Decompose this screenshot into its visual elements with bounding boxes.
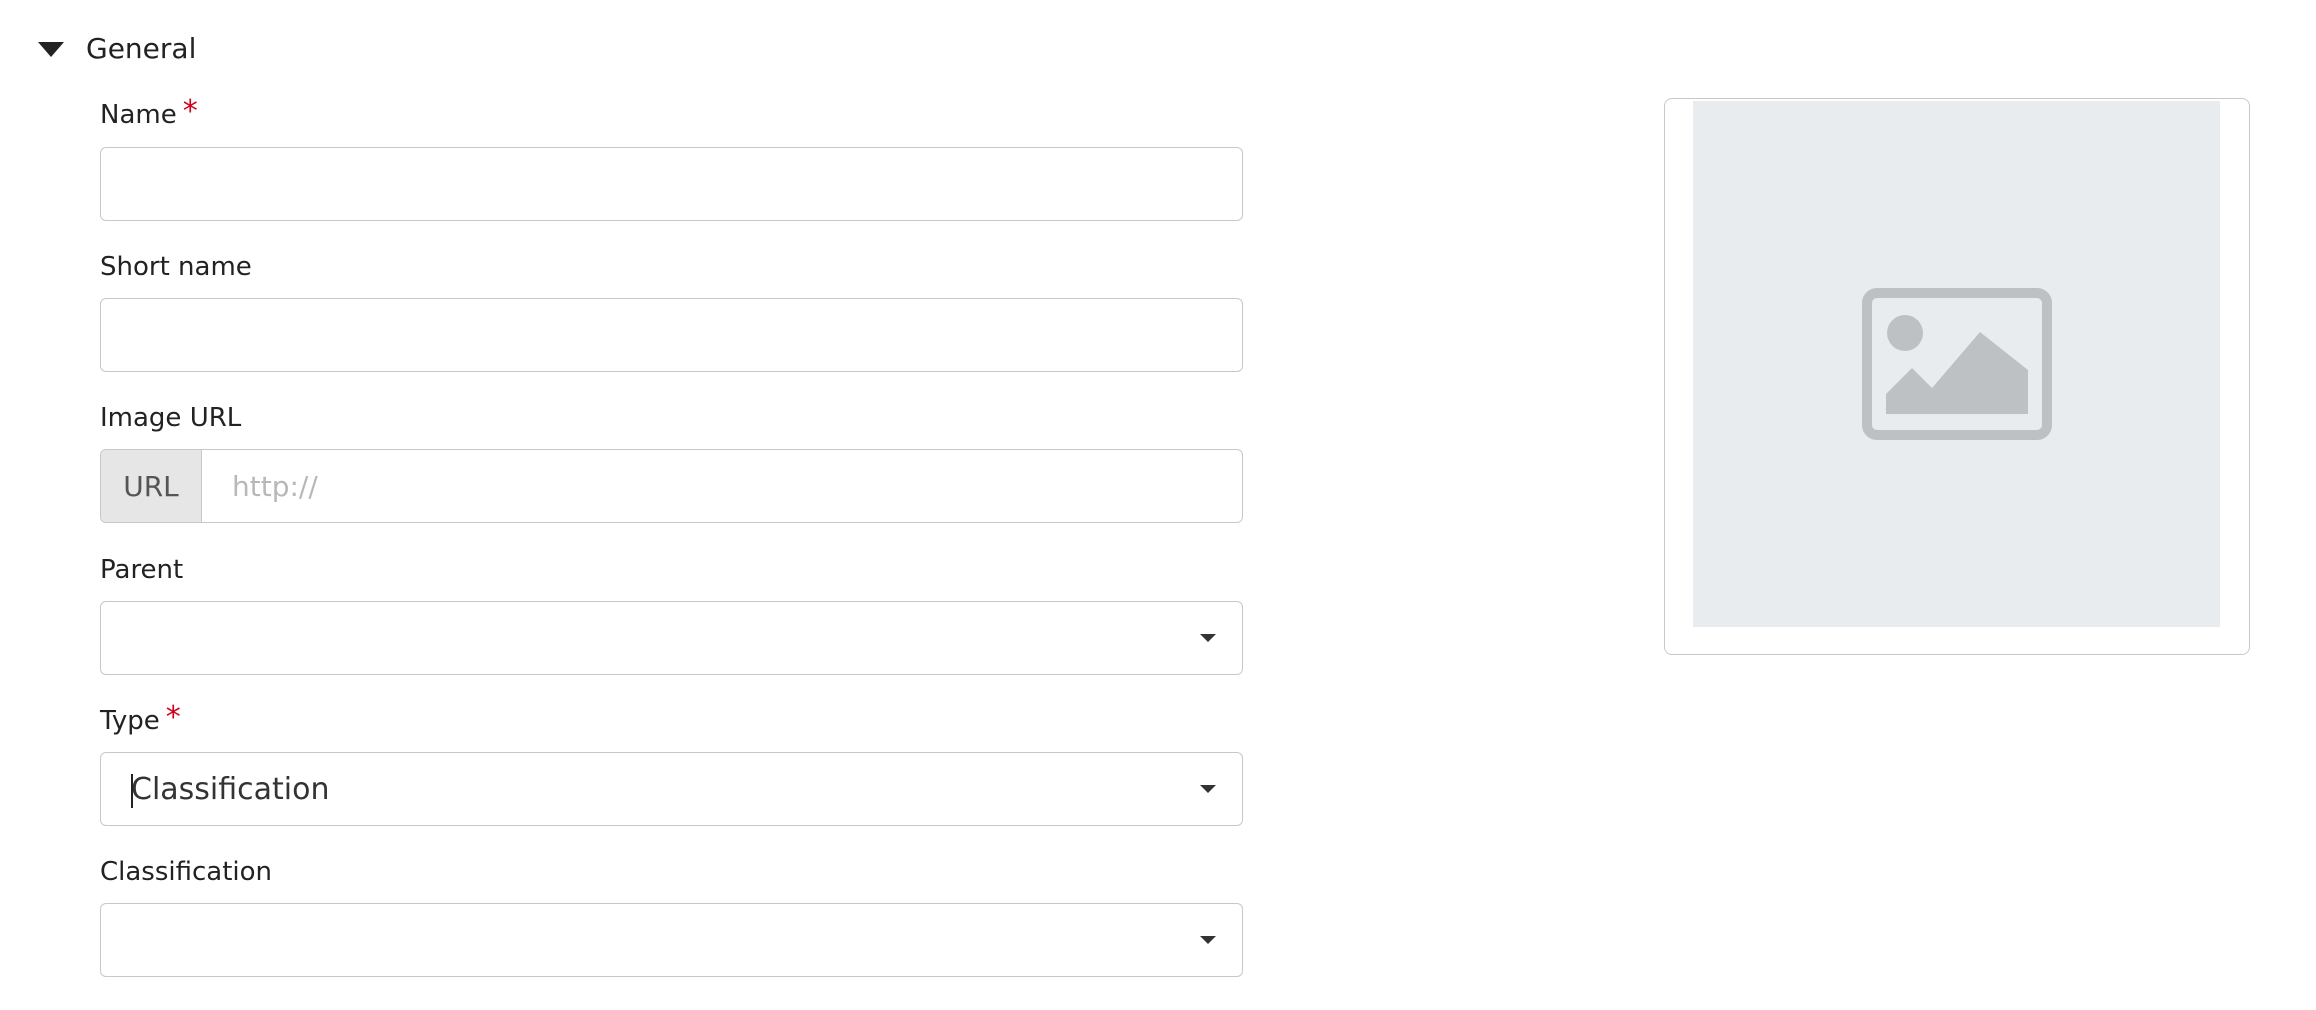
image-preview [1664,98,2250,655]
image-url-label-text: Image URL [100,403,242,433]
chevron-down-icon [1200,785,1216,793]
image-url-label: Image URL [100,403,241,433]
type-select[interactable]: Classification [100,752,1243,826]
type-label: Type * [100,700,181,737]
short-name-label: Short name [100,252,252,282]
image-preview-placeholder [1693,101,2220,627]
parent-label: Parent [100,555,183,585]
caret-down-icon [38,41,64,57]
short-name-input[interactable] [100,298,1243,372]
type-select-value: Classification [131,771,330,807]
type-label-text: Type [100,706,160,736]
name-label-text: Name [100,100,177,130]
name-label: Name * [100,94,198,131]
short-name-label-text: Short name [100,252,252,282]
section-title: General [86,31,197,65]
parent-select[interactable] [100,601,1243,675]
classification-label: Classification [100,857,272,887]
image-url-group: URL http:// [100,449,1243,523]
text-cursor [131,773,133,808]
classification-label-text: Classification [100,857,273,887]
url-addon: URL [101,450,202,522]
chevron-down-icon [1200,936,1216,944]
section-general-toggle[interactable]: General [38,24,196,72]
name-required-mark: * [182,94,198,129]
classification-select[interactable] [100,903,1243,977]
image-placeholder-icon [1861,288,2052,440]
type-required-mark: * [165,700,181,735]
name-input[interactable] [100,147,1243,221]
chevron-down-icon [1200,634,1216,642]
image-url-input[interactable]: http:// [202,450,1242,522]
type-select-value-wrap: Classification [101,771,1200,808]
parent-label-text: Parent [100,555,184,585]
